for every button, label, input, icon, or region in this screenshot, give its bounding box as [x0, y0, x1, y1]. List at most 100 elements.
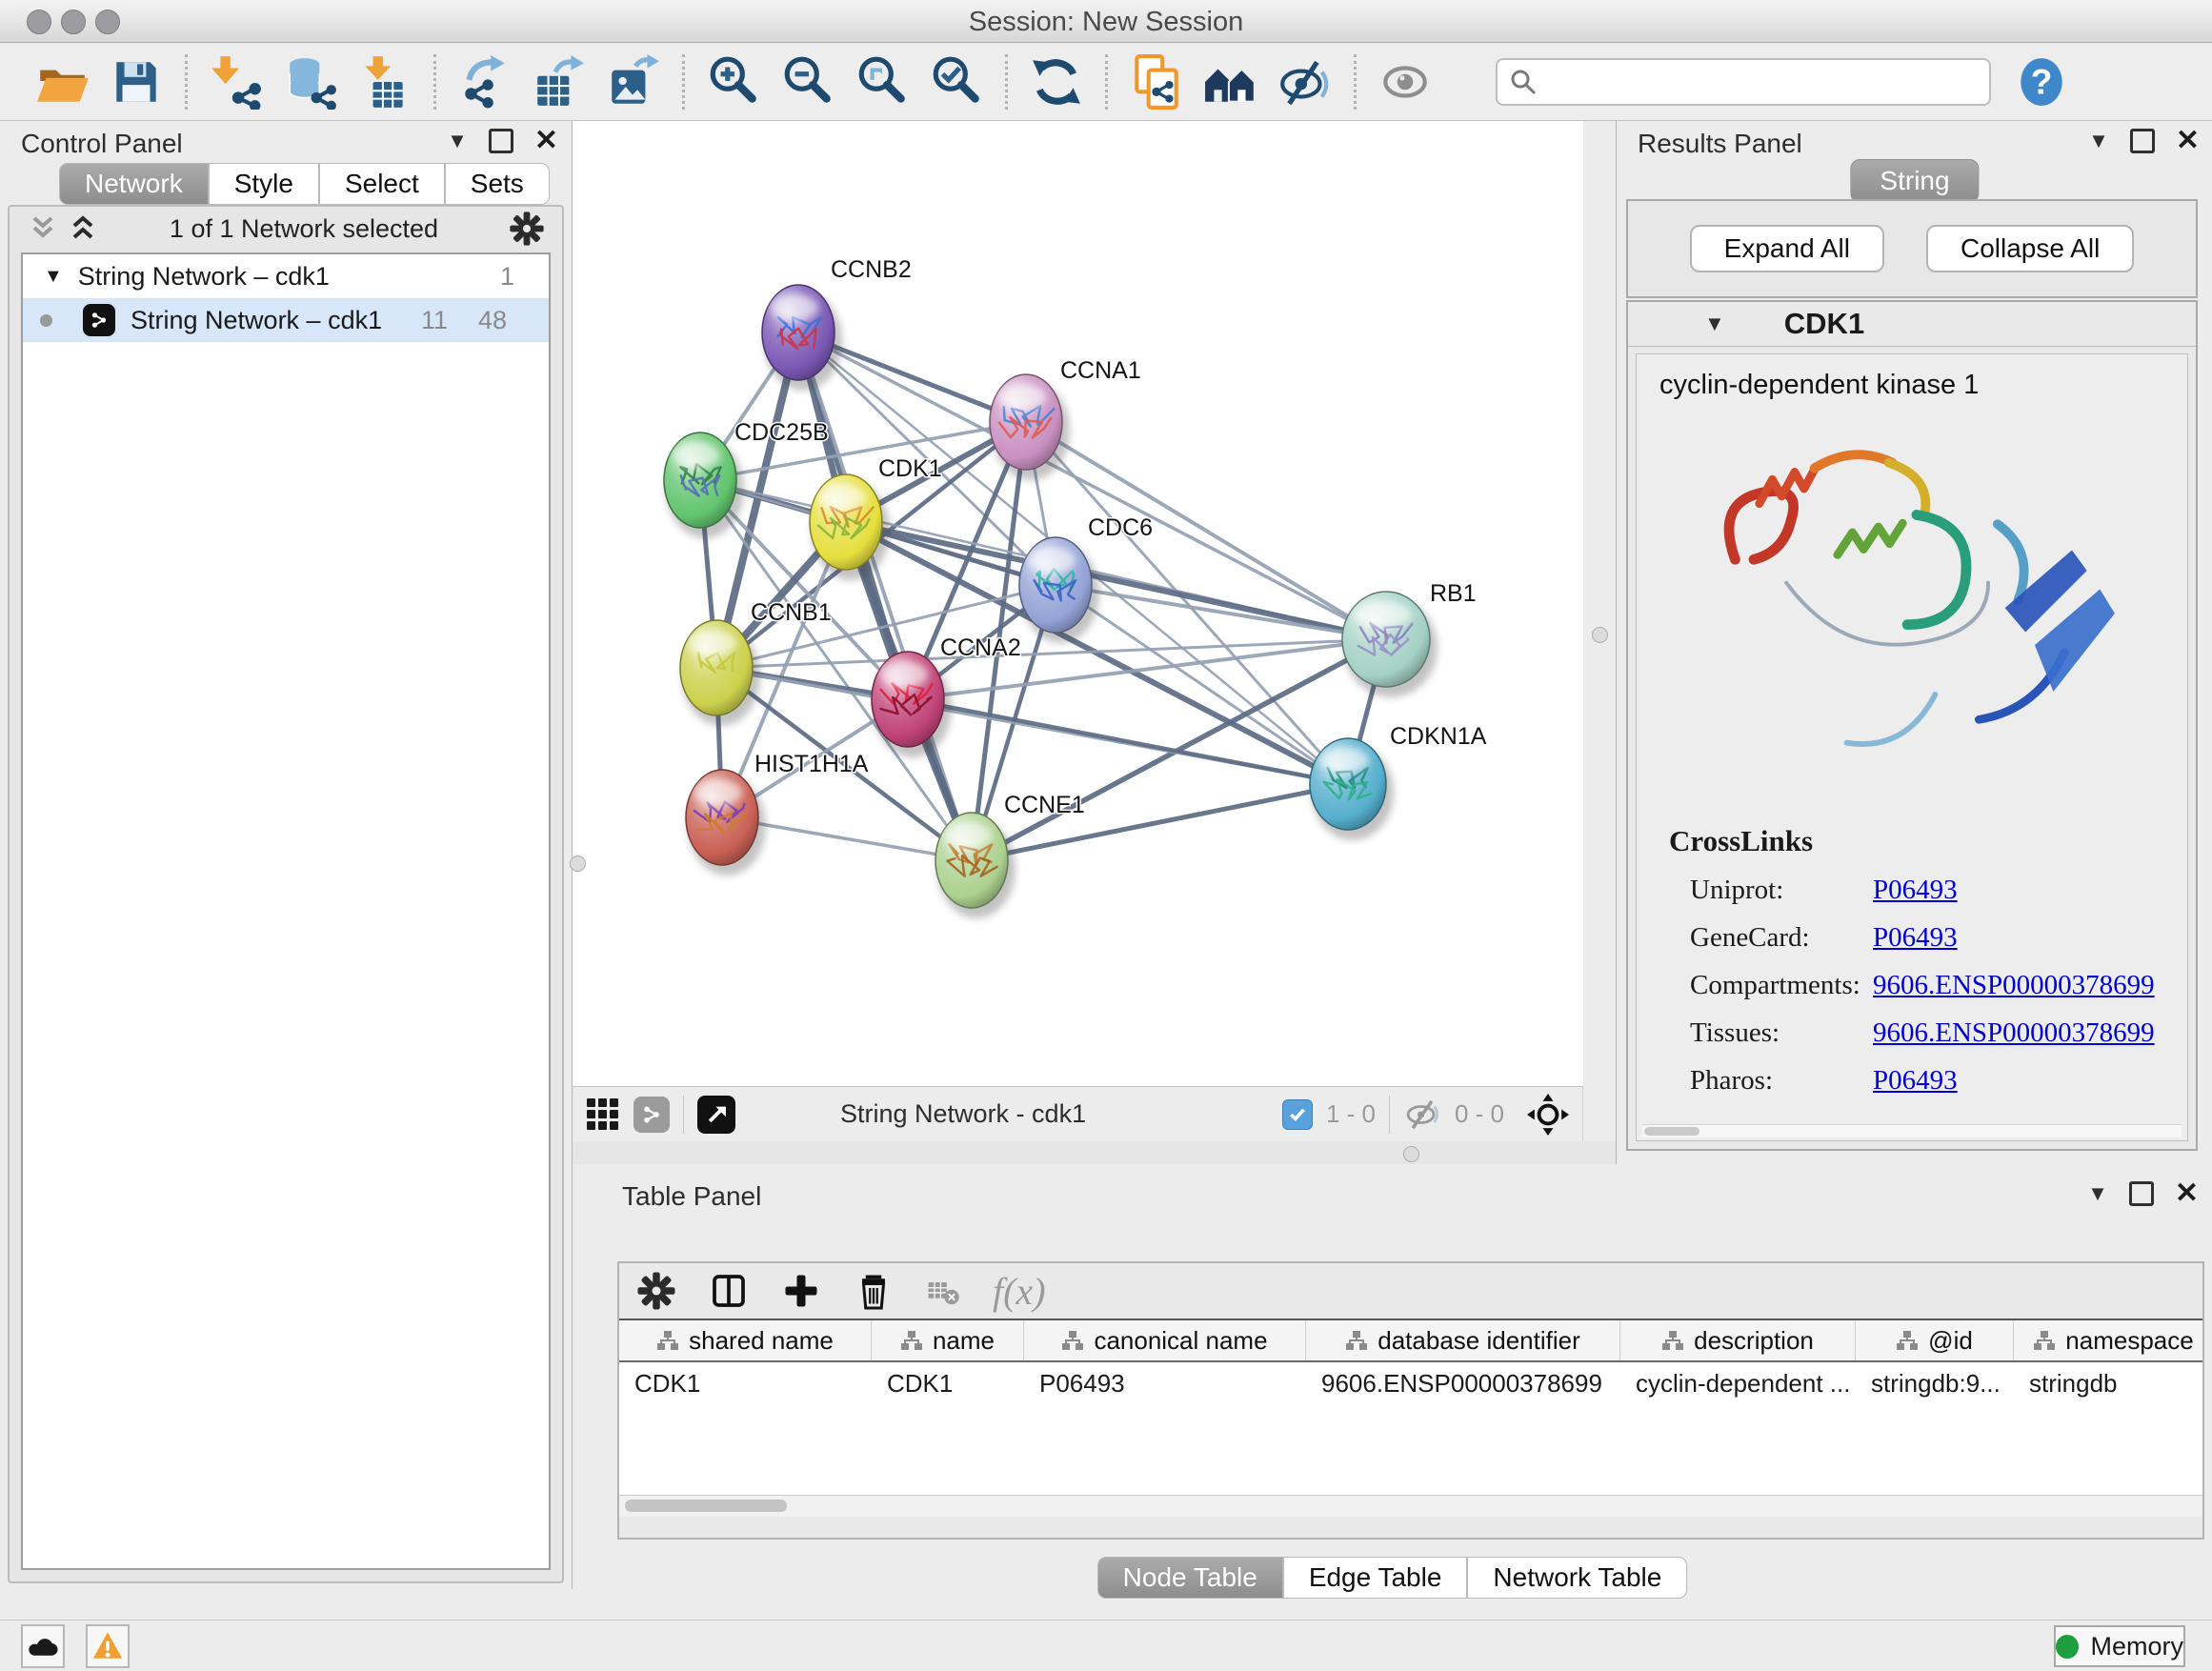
- column-header-description[interactable]: description: [1620, 1320, 1856, 1360]
- save-session-button[interactable]: [99, 50, 173, 113]
- delete-table-icon[interactable]: [926, 1274, 960, 1308]
- delete-column-icon[interactable]: [854, 1271, 894, 1311]
- show-columns-icon[interactable]: [709, 1271, 749, 1311]
- tab-style[interactable]: Style: [209, 163, 319, 205]
- duplicate-network-button[interactable]: [1119, 50, 1194, 113]
- column-header-namespace[interactable]: namespace: [2014, 1320, 2202, 1360]
- table-cell[interactable]: stringdb:9...: [1856, 1362, 2014, 1404]
- search-input[interactable]: [1547, 66, 1978, 97]
- table-row[interactable]: CDK1CDK1P064939606.ENSP00000378699cyclin…: [619, 1362, 2202, 1404]
- tab-sets[interactable]: Sets: [445, 163, 550, 205]
- expand-all-chevrons-icon[interactable]: [67, 214, 99, 243]
- eye-slash-icon: [1277, 54, 1333, 110]
- export-image-button[interactable]: [596, 50, 671, 113]
- node-label-CCNB1: CCNB1: [751, 599, 832, 626]
- birds-eye-view-icon[interactable]: [697, 1096, 735, 1134]
- column-header-name[interactable]: name: [872, 1320, 1024, 1360]
- table-cell[interactable]: P06493: [1024, 1362, 1306, 1404]
- import-network-file-button[interactable]: [199, 50, 273, 113]
- network-node-CDC25B[interactable]: CDC25B: [664, 419, 829, 538]
- results-panel-float-icon[interactable]: ▼: [2088, 127, 2109, 155]
- export-table-button[interactable]: [522, 50, 596, 113]
- node-details-box: ▼ CDK1 cyclin-dependent kinase 1: [1626, 300, 2198, 1151]
- collapse-all-button[interactable]: Collapse All: [1926, 225, 2134, 272]
- left-splitter-handle[interactable]: [570, 856, 586, 872]
- expand-all-button[interactable]: Expand All: [1690, 225, 1884, 272]
- selected-checkbox[interactable]: [1282, 1099, 1313, 1130]
- toolbar-search[interactable]: [1496, 58, 1991, 106]
- table-cell[interactable]: cyclin-dependent ...: [1620, 1362, 1856, 1404]
- cloud-button[interactable]: [21, 1624, 65, 1668]
- center-view-icon[interactable]: [1527, 1094, 1569, 1136]
- collapse-all-chevrons-icon[interactable]: [27, 214, 59, 243]
- tab-node-table[interactable]: Node Table: [1097, 1557, 1283, 1599]
- control-panel-close-icon[interactable]: ✕: [534, 128, 558, 154]
- network-node-CCNA1[interactable]: CCNA1: [990, 357, 1141, 480]
- table-cell[interactable]: CDK1: [872, 1362, 1024, 1404]
- zoom-fit-button[interactable]: [845, 50, 919, 113]
- network-node-CDC6[interactable]: CDC6: [1019, 514, 1153, 643]
- tab-network-table[interactable]: Network Table: [1467, 1557, 1687, 1599]
- table-panel-maximize-icon[interactable]: [2129, 1181, 2154, 1206]
- tree-expand-icon[interactable]: ▼: [44, 266, 63, 288]
- crosslink-link[interactable]: 9606.ENSP00000378699: [1873, 1017, 2155, 1049]
- node-details-header[interactable]: ▼ CDK1: [1628, 302, 2196, 347]
- tab-edge-table[interactable]: Edge Table: [1283, 1557, 1468, 1599]
- function-builder-icon[interactable]: f(x): [993, 1269, 1046, 1314]
- horizontal-splitter-handle[interactable]: [1403, 1146, 1419, 1162]
- grid-view-icon[interactable]: [586, 1097, 620, 1132]
- network-node-RB1[interactable]: RB1: [1342, 580, 1477, 697]
- level-of-detail-button[interactable]: [1194, 50, 1268, 113]
- table-panel-close-icon[interactable]: ✕: [2175, 1180, 2199, 1207]
- open-session-button[interactable]: [25, 50, 99, 113]
- table-cell[interactable]: CDK1: [619, 1362, 872, 1404]
- column-header-@id[interactable]: @id: [1856, 1320, 2014, 1360]
- table-hscrollbar[interactable]: [619, 1495, 2202, 1517]
- crosslink-link[interactable]: P06493: [1873, 922, 1958, 954]
- network-node-HIST1H1A[interactable]: HIST1H1A: [686, 751, 869, 876]
- table-gear-icon[interactable]: [636, 1271, 676, 1311]
- network-node-CCNE1[interactable]: CCNE1: [935, 792, 1085, 918]
- network-row[interactable]: String Network – cdk1 11 48: [23, 298, 549, 342]
- column-header-database-identifier[interactable]: database identifier: [1306, 1320, 1620, 1360]
- tab-select[interactable]: Select: [319, 163, 445, 205]
- crosslink-link[interactable]: P06493: [1873, 875, 1958, 906]
- hide-graphics-button[interactable]: [1268, 50, 1342, 113]
- hidden-eye-icon[interactable]: [1403, 1098, 1441, 1131]
- show-graphics-button[interactable]: [1368, 50, 1442, 113]
- export-network-button[interactable]: [448, 50, 522, 113]
- column-header-canonical-name[interactable]: canonical name: [1024, 1320, 1306, 1360]
- zoom-in-button[interactable]: [696, 50, 771, 113]
- control-panel-float-icon[interactable]: ▼: [447, 127, 468, 155]
- crosslink-link[interactable]: P06493: [1873, 1065, 1958, 1097]
- import-network-database-button[interactable]: [273, 50, 348, 113]
- column-header-shared-name[interactable]: shared name: [619, 1320, 872, 1360]
- network-canvas[interactable]: CCNB2CCNA1CDC25BCDK1CDC6RB1CCNB1CCNA2CDK…: [573, 121, 1584, 1086]
- table-panel-float-icon[interactable]: ▼: [2087, 1179, 2108, 1208]
- string-style-icon[interactable]: [633, 1097, 670, 1133]
- tab-string[interactable]: String: [1850, 159, 1979, 203]
- crosslink-link[interactable]: 9606.ENSP00000378699: [1873, 970, 2155, 1001]
- tab-network[interactable]: Network: [59, 163, 209, 205]
- table-cell[interactable]: stringdb: [2014, 1362, 2202, 1404]
- refresh-view-button[interactable]: [1019, 50, 1094, 113]
- results-panel-close-icon[interactable]: ✕: [2176, 128, 2200, 154]
- import-table-file-button[interactable]: [348, 50, 422, 113]
- zoom-out-button[interactable]: [771, 50, 845, 113]
- results-panel-maximize-icon[interactable]: [2130, 129, 2155, 153]
- help-button[interactable]: ?: [2004, 50, 2079, 113]
- network-edge-CCNA2-CDKN1A[interactable]: [908, 699, 1348, 784]
- collapse-entry-icon[interactable]: ▼: [1704, 310, 1725, 338]
- results-scrollbar[interactable]: [1642, 1124, 2182, 1137]
- export-network-icon: [457, 54, 513, 110]
- add-column-icon[interactable]: [781, 1271, 821, 1311]
- memory-button[interactable]: Memory: [2054, 1625, 2185, 1667]
- vertical-splitter-handle[interactable]: [1592, 627, 1608, 643]
- zoom-selected-button[interactable]: [919, 50, 994, 113]
- table-cell[interactable]: 9606.ENSP00000378699: [1306, 1362, 1620, 1404]
- warning-button[interactable]: [86, 1624, 130, 1668]
- network-node-CDKN1A[interactable]: CDKN1A: [1310, 723, 1487, 840]
- gear-icon[interactable]: [509, 211, 545, 247]
- network-collection-row[interactable]: ▼ String Network – cdk1 1: [23, 254, 549, 298]
- control-panel-maximize-icon[interactable]: [489, 129, 513, 153]
